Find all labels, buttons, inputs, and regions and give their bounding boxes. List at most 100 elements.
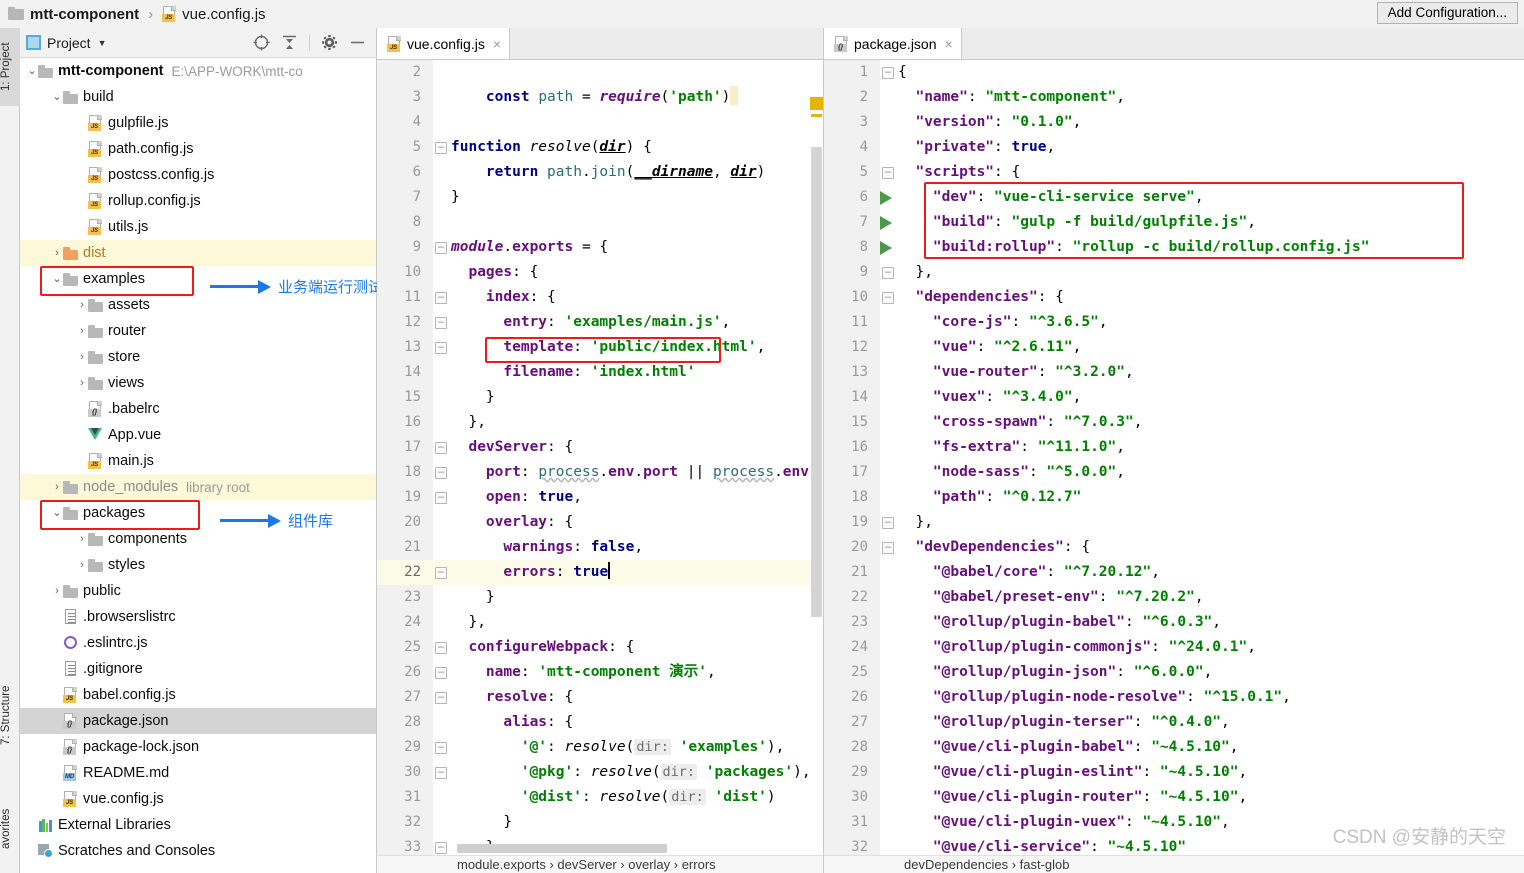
editor-breadcrumb-left[interactable]: module.exports › devServer › overlay › e… bbox=[377, 855, 823, 873]
tree-item-styles[interactable]: › styles bbox=[20, 552, 376, 578]
code-line[interactable]: 9 }, bbox=[824, 260, 1524, 285]
code-line[interactable]: 8 bbox=[377, 210, 823, 235]
chevron-down-icon[interactable]: ⌄ bbox=[26, 65, 38, 77]
tree-item-babel-config-js[interactable]: JS babel.config.js bbox=[20, 682, 376, 708]
chevron-right-icon[interactable]: › bbox=[51, 585, 63, 597]
code-line[interactable]: 32 } bbox=[377, 810, 823, 835]
tab-package-json[interactable]: {} package.json × bbox=[824, 28, 962, 59]
code-area-right[interactable]: 1{2 "name": "mtt-component", 3 "version":… bbox=[824, 60, 1524, 855]
code-line[interactable]: 7} bbox=[377, 185, 823, 210]
warning-marker[interactable] bbox=[810, 97, 823, 110]
code-line[interactable]: 14 "vuex": "^3.4.0", bbox=[824, 385, 1524, 410]
tree-item-package-json[interactable]: {} package.json bbox=[20, 708, 376, 734]
tree-item-main-js[interactable]: JS main.js bbox=[20, 448, 376, 474]
chevron-down-icon[interactable]: ⌄ bbox=[51, 507, 63, 519]
fold-marker[interactable]: – bbox=[882, 67, 894, 79]
tree-item-scratches-and-consoles[interactable]: Scratches and Consoles bbox=[20, 838, 376, 864]
tree-item-router[interactable]: › router bbox=[20, 318, 376, 344]
code-line[interactable]: 31 "@vue/cli-plugin-vuex": "~4.5.10", bbox=[824, 810, 1524, 835]
code-line[interactable]: 3 const path = require('path') bbox=[377, 85, 823, 110]
fold-marker[interactable]: – bbox=[435, 317, 447, 329]
code-line[interactable]: 16 }, bbox=[377, 410, 823, 435]
fold-marker[interactable]: – bbox=[435, 642, 447, 654]
code-line[interactable]: 28 "@vue/cli-plugin-babel": "~4.5.10", bbox=[824, 735, 1524, 760]
code-line[interactable]: 18 "path": "^0.12.7" bbox=[824, 485, 1524, 510]
tree-item-readme-md[interactable]: MD README.md bbox=[20, 760, 376, 786]
run-script-icon[interactable] bbox=[880, 216, 892, 230]
tree-item-postcss-config-js[interactable]: JS postcss.config.js bbox=[20, 162, 376, 188]
chevron-right-icon[interactable]: › bbox=[76, 351, 88, 363]
vertical-scrollbar-left[interactable] bbox=[810, 92, 823, 837]
tree-item-node-modules[interactable]: › node_modules library root bbox=[20, 474, 376, 500]
code-line[interactable]: 26 "@rollup/plugin-node-resolve": "^15.0… bbox=[824, 685, 1524, 710]
code-line[interactable]: 4 "private": true, bbox=[824, 135, 1524, 160]
fold-marker[interactable]: – bbox=[435, 767, 447, 779]
code-line[interactable]: 23 } bbox=[377, 585, 823, 610]
close-icon[interactable]: × bbox=[945, 36, 953, 52]
close-icon[interactable]: × bbox=[493, 36, 501, 52]
code-line[interactable]: 27 "@rollup/plugin-terser": "^0.4.0", bbox=[824, 710, 1524, 735]
tree-item-babelrc[interactable]: {} .babelrc bbox=[20, 396, 376, 422]
tab-vue-config-js[interactable]: JS vue.config.js × bbox=[377, 28, 511, 59]
tree-item-gitignore[interactable]: .gitignore bbox=[20, 656, 376, 682]
code-line[interactable]: 6 return path.join(__dirname, dir) bbox=[377, 160, 823, 185]
fold-marker[interactable]: – bbox=[435, 442, 447, 454]
fold-marker[interactable]: – bbox=[435, 242, 447, 254]
code-line[interactable]: 15 "cross-spawn": "^7.0.3", bbox=[824, 410, 1524, 435]
tree-item-store[interactable]: › store bbox=[20, 344, 376, 370]
scrollbar-thumb[interactable] bbox=[811, 147, 822, 617]
chevron-right-icon[interactable]: › bbox=[51, 481, 63, 493]
fold-marker[interactable]: – bbox=[435, 467, 447, 479]
collapse-all-icon[interactable] bbox=[281, 34, 298, 51]
fold-marker[interactable]: – bbox=[882, 167, 894, 179]
fold-marker[interactable]: – bbox=[882, 517, 894, 529]
code-line[interactable]: 11 "core-js": "^3.6.5", bbox=[824, 310, 1524, 335]
code-line[interactable]: 25 "@rollup/plugin-json": "^6.0.0", bbox=[824, 660, 1524, 685]
code-line[interactable]: 22 "@babel/preset-env": "^7.20.2", bbox=[824, 585, 1524, 610]
code-area-left[interactable]: 23 const path = require('path') 4 5 functio… bbox=[377, 60, 823, 855]
fold-marker[interactable]: – bbox=[435, 342, 447, 354]
code-line[interactable]: 20 overlay: { bbox=[377, 510, 823, 535]
chevron-right-icon[interactable]: › bbox=[76, 325, 88, 337]
tree-item-browserslistrc[interactable]: .browserslistrc bbox=[20, 604, 376, 630]
code-line[interactable]: 7 "build": "gulp -f build/gulpfile.js", bbox=[824, 210, 1524, 235]
chevron-down-icon[interactable]: ⌄ bbox=[51, 91, 63, 103]
run-script-icon[interactable] bbox=[880, 191, 892, 205]
fold-marker[interactable]: – bbox=[435, 842, 447, 854]
code-line[interactable]: 30 "@vue/cli-plugin-router": "~4.5.10", bbox=[824, 785, 1524, 810]
code-line[interactable]: 8 "build:rollup": "rollup -c build/rollu… bbox=[824, 235, 1524, 260]
tree-item-dist[interactable]: › dist bbox=[20, 240, 376, 266]
tree-item-vue-config-js[interactable]: JS vue.config.js bbox=[20, 786, 376, 812]
horizontal-scrollbar-left[interactable] bbox=[457, 844, 667, 853]
tree-item-package-lock-json[interactable]: {} package-lock.json bbox=[20, 734, 376, 760]
fold-marker[interactable]: – bbox=[435, 142, 447, 154]
code-line[interactable]: 2 "name": "mtt-component", bbox=[824, 85, 1524, 110]
code-line[interactable]: 20 "devDependencies": { bbox=[824, 535, 1524, 560]
code-line[interactable]: 32 "@vue/cli-service": "~4.5.10" bbox=[824, 835, 1524, 855]
code-line[interactable]: 24 }, bbox=[377, 610, 823, 635]
tree-item-gulpfile-js[interactable]: JS gulpfile.js bbox=[20, 110, 376, 136]
code-line[interactable]: 23 "@rollup/plugin-babel": "^6.0.3", bbox=[824, 610, 1524, 635]
code-line[interactable]: 10 pages: { bbox=[377, 260, 823, 285]
add-configuration-button[interactable]: Add Configuration... bbox=[1376, 2, 1518, 24]
code-line[interactable]: 12 "vue": "^2.6.11", bbox=[824, 335, 1524, 360]
code-line[interactable]: 16 "fs-extra": "^11.1.0", bbox=[824, 435, 1524, 460]
fold-marker[interactable]: – bbox=[435, 667, 447, 679]
code-line[interactable]: 5 "scripts": { bbox=[824, 160, 1524, 185]
tool-tab-favorites[interactable]: avorites bbox=[0, 789, 20, 869]
code-line[interactable]: 14 filename: 'index.html' bbox=[377, 360, 823, 385]
tree-item-app-vue[interactable]: App.vue bbox=[20, 422, 376, 448]
fold-marker[interactable]: – bbox=[882, 267, 894, 279]
tree-item-path-config-js[interactable]: JS path.config.js bbox=[20, 136, 376, 162]
code-line[interactable]: 15 } bbox=[377, 385, 823, 410]
chevron-right-icon[interactable]: › bbox=[76, 559, 88, 571]
code-line[interactable]: 2 bbox=[377, 60, 823, 85]
code-line[interactable]: 13 "vue-router": "^3.2.0", bbox=[824, 360, 1524, 385]
code-line[interactable]: 17 "node-sass": "^5.0.0", bbox=[824, 460, 1524, 485]
chevron-right-icon[interactable]: › bbox=[76, 533, 88, 545]
code-line[interactable]: 24 "@rollup/plugin-commonjs": "^24.0.1", bbox=[824, 635, 1524, 660]
tree-item-rollup-config-js[interactable]: JS rollup.config.js bbox=[20, 188, 376, 214]
project-tree[interactable]: ⌄ mtt-component E:\APP-WORK\mtt-co ⌄ build JS… bbox=[20, 58, 376, 873]
warning-marker[interactable] bbox=[811, 114, 822, 117]
chevron-right-icon[interactable]: › bbox=[51, 247, 63, 259]
